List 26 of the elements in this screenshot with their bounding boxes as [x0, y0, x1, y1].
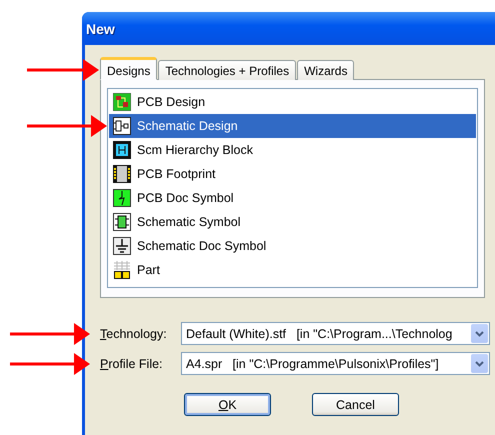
window-title: New: [86, 20, 115, 36]
chevron-down-icon[interactable]: [471, 354, 488, 373]
schematic-icon: [113, 117, 131, 135]
list-item[interactable]: Schematic Doc Symbol: [109, 234, 476, 258]
dialog-button[interactable]: Cancel: [312, 393, 399, 416]
list-item[interactable]: PCB Design: [109, 90, 476, 114]
field-label: Technology:: [100, 326, 168, 340]
tab[interactable]: Technologies + Profiles: [158, 60, 296, 80]
circuit-board-icon: [113, 93, 131, 111]
tab[interactable]: Wizards: [297, 60, 354, 80]
symbol-icon: [113, 189, 131, 207]
dropdown-field[interactable]: Default (White).stf [in "C:\Program...\Technolog: [181, 322, 490, 345]
chevron-down-icon[interactable]: [471, 324, 488, 343]
list-item[interactable]: Schematic Symbol: [109, 210, 476, 234]
ground-symbol-icon: [113, 237, 131, 255]
dropdown-field[interactable]: A4.spr [in "C:\Programme\Pulsonix\Profiles"]: [181, 352, 490, 375]
list-item[interactable]: PCB Doc Symbol: [109, 186, 476, 210]
field-label: Profile File:: [100, 356, 164, 370]
dialog-button[interactable]: OK: [184, 393, 271, 416]
footprint-icon: [113, 165, 131, 183]
part-icon: [113, 261, 131, 279]
list-item[interactable]: Scm Hierarchy Block: [109, 138, 476, 162]
block-icon: [113, 141, 131, 159]
list-item[interactable]: Part: [109, 258, 476, 282]
chip-icon: [113, 213, 131, 231]
list-item[interactable]: PCB Footprint: [109, 162, 476, 186]
